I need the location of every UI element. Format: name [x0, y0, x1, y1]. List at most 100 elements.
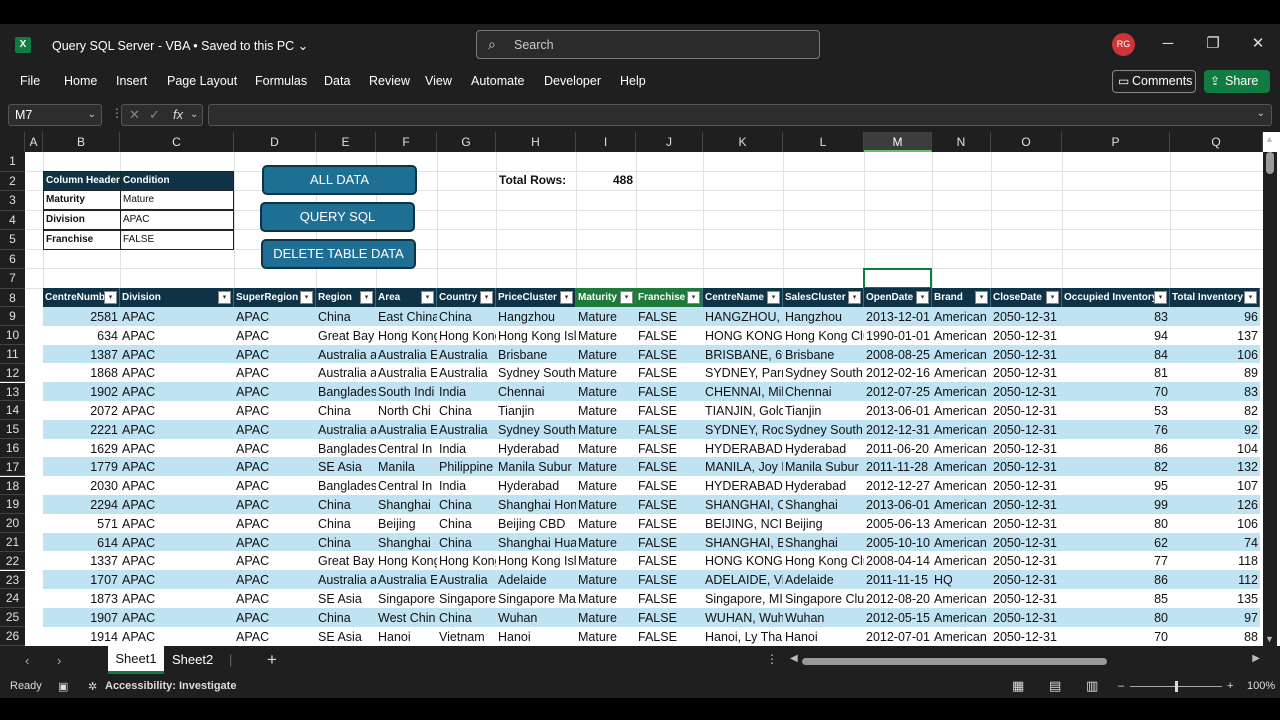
table-cell[interactable]: American	[932, 402, 991, 420]
table-cell[interactable]: 96	[1170, 308, 1260, 326]
table-cell[interactable]: 88	[1170, 628, 1260, 646]
search-box[interactable]: ⌕ Search	[476, 30, 820, 59]
table-cell[interactable]: 1873	[43, 590, 120, 608]
name-box[interactable]: M7 ⌄	[8, 104, 102, 126]
page-layout-view-icon[interactable]: ▤	[1049, 678, 1061, 694]
table-cell[interactable]: SHANGHAI, Bu	[703, 534, 783, 552]
table-cell[interactable]: APAC	[234, 590, 316, 608]
column-header[interactable]: J	[636, 132, 703, 152]
table-cell[interactable]: Great Bay	[316, 552, 376, 570]
table-cell[interactable]: TIANJIN, Gold	[703, 402, 783, 420]
table-cell[interactable]: 634	[43, 327, 120, 345]
more-icon[interactable]: ⋮	[766, 652, 778, 666]
table-cell[interactable]: Australia a	[316, 346, 376, 364]
table-cell[interactable]: FALSE	[636, 308, 703, 326]
column-header[interactable]: L	[783, 132, 864, 152]
table-cell[interactable]: 80	[1062, 609, 1170, 627]
table-cell[interactable]: Mature	[576, 477, 636, 495]
table-cell[interactable]: China	[316, 609, 376, 627]
table-cell[interactable]: APAC	[234, 327, 316, 345]
scroll-down-icon[interactable]: ▼	[1265, 634, 1274, 644]
table-cell[interactable]: 2013-06-01	[864, 402, 932, 420]
table-cell[interactable]: APAC	[234, 534, 316, 552]
table-cell[interactable]: 2050-12-31	[991, 552, 1062, 570]
table-cell[interactable]: Australia	[437, 364, 496, 382]
table-cell[interactable]: FALSE	[636, 609, 703, 627]
table-cell[interactable]: Mature	[576, 440, 636, 458]
table-cell[interactable]: 99	[1062, 496, 1170, 514]
table-cell[interactable]: FALSE	[636, 628, 703, 646]
row-header[interactable]: 24	[0, 589, 25, 609]
criteria-value[interactable]: Mature	[120, 190, 234, 210]
table-cell[interactable]: APAC	[120, 534, 234, 552]
table-cell[interactable]: Shanghai Hon	[496, 496, 576, 514]
table-cell[interactable]: China	[437, 515, 496, 533]
table-cell[interactable]: 126	[1170, 496, 1260, 514]
table-cell[interactable]: Vietnam	[437, 628, 496, 646]
table-cell[interactable]: Beijing	[783, 515, 864, 533]
table-cell[interactable]: 2008-04-14	[864, 552, 932, 570]
table-cell[interactable]: India	[437, 383, 496, 401]
table-cell[interactable]: BRISBANE, 69	[703, 346, 783, 364]
table-cell[interactable]: American	[932, 534, 991, 552]
table-cell[interactable]: Brisbane	[496, 346, 576, 364]
table-cell[interactable]: Adelaide	[783, 571, 864, 589]
filter-dropdown-icon[interactable]: ▾	[848, 291, 861, 304]
table-cell[interactable]: Hanoi	[496, 628, 576, 646]
table-cell[interactable]: Banglades	[316, 440, 376, 458]
table-column-header[interactable]: Brand ▾	[932, 288, 991, 307]
table-cell[interactable]: APAC	[120, 402, 234, 420]
row-header[interactable]: 22	[0, 551, 25, 571]
table-cell[interactable]: China	[437, 609, 496, 627]
table-cell[interactable]: 86	[1062, 440, 1170, 458]
table-cell[interactable]: APAC	[234, 308, 316, 326]
table-cell[interactable]: APAC	[120, 364, 234, 382]
table-cell[interactable]: Singapore Clu	[783, 590, 864, 608]
table-cell[interactable]: 53	[1062, 402, 1170, 420]
filter-dropdown-icon[interactable]: ▾	[360, 291, 373, 304]
row-header[interactable]: 10	[0, 326, 25, 345]
table-cell[interactable]: APAC	[120, 327, 234, 345]
table-cell[interactable]: American	[932, 327, 991, 345]
next-sheet-icon[interactable]: ›	[57, 653, 61, 668]
table-cell[interactable]: American	[932, 515, 991, 533]
menu-developer[interactable]: Developer	[544, 74, 601, 88]
column-header[interactable]: D	[234, 132, 316, 152]
row-header[interactable]: 16	[0, 438, 25, 458]
table-cell[interactable]: 2050-12-31	[991, 609, 1062, 627]
worksheet[interactable]: A B C D E F G H I J K L M N O P Q 123456…	[0, 132, 1280, 646]
table-cell[interactable]: APAC	[234, 571, 316, 589]
table-cell[interactable]: China	[316, 308, 376, 326]
table-cell[interactable]: Mature	[576, 458, 636, 476]
table-cell[interactable]: 1779	[43, 458, 120, 476]
table-cell[interactable]: 1907	[43, 609, 120, 627]
table-cell[interactable]: American	[932, 383, 991, 401]
accessibility-icon[interactable]: ✲	[88, 680, 97, 693]
table-cell[interactable]: 80	[1062, 515, 1170, 533]
table-cell[interactable]: Chennai	[783, 383, 864, 401]
table-cell[interactable]: FALSE	[636, 383, 703, 401]
menu-automate[interactable]: Automate	[471, 74, 525, 88]
table-cell[interactable]: CHENNAI, Mil	[703, 383, 783, 401]
table-cell[interactable]: 106	[1170, 346, 1260, 364]
close-icon[interactable]: ✕	[1243, 33, 1273, 57]
row-header[interactable]: 15	[0, 420, 25, 439]
table-cell[interactable]: APAC	[120, 609, 234, 627]
column-header[interactable]: K	[703, 132, 783, 152]
table-column-header[interactable]: Total Inventory ▾	[1170, 288, 1260, 307]
insert-function-icon[interactable]: fx	[173, 105, 183, 125]
table-cell[interactable]: Manila Subur	[783, 458, 864, 476]
table-cell[interactable]: 2050-12-31	[991, 364, 1062, 382]
table-cell[interactable]: Shanghai Hua	[496, 534, 576, 552]
table-cell[interactable]: APAC	[120, 477, 234, 495]
table-cell[interactable]: Beijing CBD	[496, 515, 576, 533]
menu-home[interactable]: Home	[64, 74, 97, 88]
table-cell[interactable]: FALSE	[636, 327, 703, 345]
table-cell[interactable]: Australia E	[376, 364, 437, 382]
scroll-thumb[interactable]	[1266, 152, 1274, 174]
row-header[interactable]: 17	[0, 457, 25, 477]
table-cell[interactable]: Wuhan	[783, 609, 864, 627]
table-cell[interactable]: Mature	[576, 327, 636, 345]
table-cell[interactable]: 84	[1062, 346, 1170, 364]
row-header[interactable]: 26	[0, 626, 25, 646]
